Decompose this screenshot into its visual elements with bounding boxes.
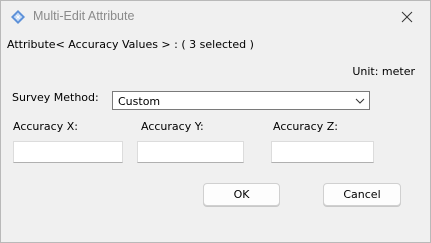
close-icon (401, 11, 413, 23)
close-button[interactable] (384, 1, 430, 33)
ok-button[interactable]: OK (203, 183, 280, 206)
accuracy-z-label: Accuracy Z: (273, 120, 338, 133)
accuracy-y-label: Accuracy Y: (141, 120, 204, 133)
chevron-down-icon (355, 98, 365, 104)
multi-edit-dialog: Multi-Edit Attribute Attribute< Accuracy… (0, 0, 431, 243)
unit-label: Unit: meter (352, 65, 415, 78)
survey-method-dropdown[interactable]: Custom (112, 91, 370, 110)
accuracy-x-label: Accuracy X: (13, 120, 78, 133)
window-title: Multi-Edit Attribute (33, 9, 135, 23)
app-diamond-icon (11, 10, 25, 24)
cancel-button[interactable]: Cancel (323, 183, 401, 206)
attribute-header: Attribute< Accuracy Values > : ( 3 selec… (7, 38, 254, 51)
survey-method-value: Custom (118, 95, 161, 108)
title-bar[interactable]: Multi-Edit Attribute (1, 1, 430, 33)
survey-method-label: Survey Method: (12, 91, 99, 104)
accuracy-x-field[interactable] (13, 141, 123, 163)
accuracy-z-field[interactable] (271, 141, 374, 163)
accuracy-y-field[interactable] (137, 141, 244, 163)
